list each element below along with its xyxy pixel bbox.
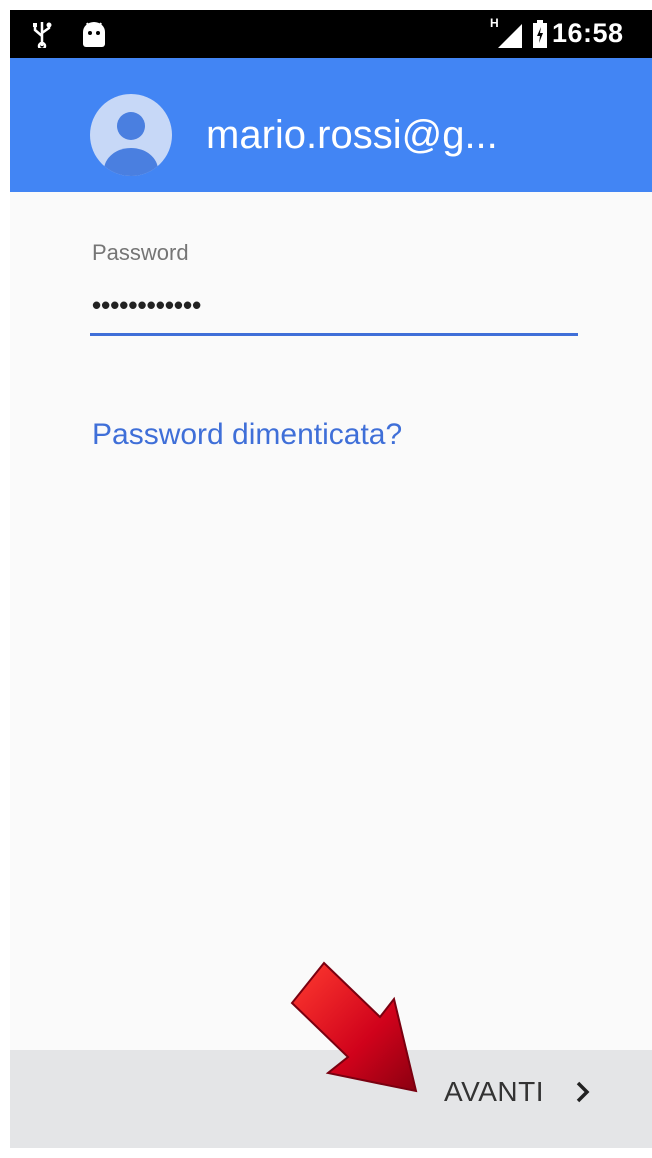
account-avatar-icon (90, 94, 172, 176)
usb-icon (33, 22, 52, 48)
clock: 16:58 (552, 18, 624, 48)
next-button-label: AVANTI (444, 1076, 544, 1107)
next-button[interactable]: AVANTI (444, 1076, 592, 1108)
android-icon (83, 22, 105, 47)
password-form: Password •••••••••••• Password dimentica… (10, 192, 652, 1052)
battery-icon (533, 20, 547, 48)
login-screen: H 16:58 mario.rossi@g... Password ••••••… (10, 10, 652, 1148)
status-bar: H 16:58 (10, 10, 652, 58)
account-email: mario.rossi@g... (206, 113, 498, 157)
chevron-right-icon (576, 1081, 590, 1103)
password-value: •••••••••••• (92, 290, 202, 320)
account-header: mario.rossi@g... (10, 58, 652, 192)
forgot-password-link[interactable]: Password dimenticata? (92, 418, 402, 452)
red-arrow-icon (290, 961, 418, 1093)
password-label: Password (92, 240, 189, 265)
signal-icon (498, 24, 522, 48)
